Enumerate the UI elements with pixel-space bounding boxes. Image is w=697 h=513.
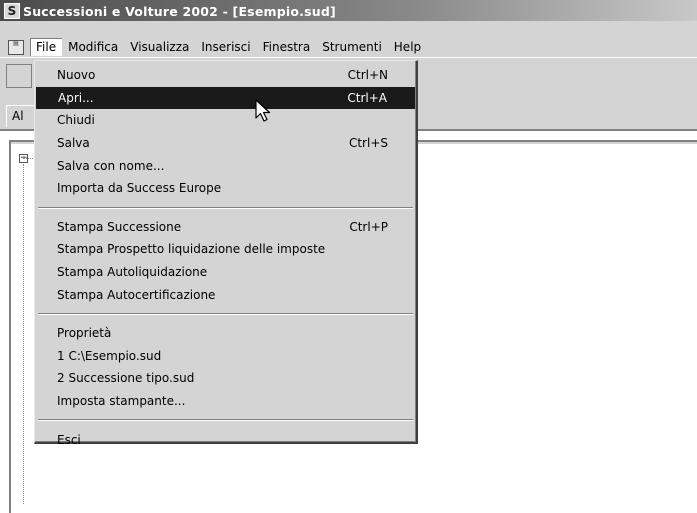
menu-item-label: Imposta stampante... <box>57 394 186 409</box>
menu-item-label: Stampa Prospetto liquidazione delle impo… <box>57 242 326 257</box>
menu-item-salva-con-nome[interactable]: Salva con nome... <box>35 154 416 177</box>
menu-item-stampa-autoliquidazione[interactable]: Stampa Autoliquidazione <box>35 261 416 284</box>
menu-separator <box>38 312 413 315</box>
menu-item-propriet[interactable]: Proprietà <box>35 322 416 345</box>
mouse-pointer-icon <box>255 99 271 122</box>
menu-item-apri[interactable]: Apri... Ctrl+A <box>36 86 415 110</box>
menu-modifica[interactable]: Modifica <box>62 38 124 56</box>
menu-item-label: Esci <box>57 432 81 447</box>
menu-visualizza[interactable]: Visualizza <box>124 38 195 56</box>
menu-item-1-c-esempio-sud[interactable]: 1 C:\Esempio.sud <box>35 345 416 368</box>
menu-item-label: Chiudi <box>57 113 95 128</box>
window-title: Successioni e Volture 2002 - [Esempio.su… <box>23 3 336 19</box>
menu-item-label: Stampa Autocertificazione <box>57 287 216 302</box>
tree-connector <box>23 158 33 160</box>
menu-item-shortcut: Ctrl+A <box>347 90 387 105</box>
menu-item-salva[interactable]: Salva Ctrl+S <box>35 132 416 155</box>
menu-file[interactable]: File <box>30 38 63 56</box>
menu-finestra[interactable]: Finestra <box>257 38 317 56</box>
menu-inserisci[interactable]: Inserisci <box>195 38 256 56</box>
tree-connector <box>23 164 25 504</box>
menu-item-stampa-successione[interactable]: Stampa Successione Ctrl+P <box>35 216 416 239</box>
menu-strumenti[interactable]: Strumenti <box>316 38 388 56</box>
menu-item-label: 1 C:\Esempio.sud <box>57 348 162 363</box>
menu-separator <box>38 206 413 209</box>
app-icon[interactable]: S <box>4 3 20 19</box>
menu-item-chiudi[interactable]: Chiudi <box>35 109 416 132</box>
menu-item-stampa-autocertificazione[interactable]: Stampa Autocertificazione <box>35 283 416 306</box>
menu-item-label: Stampa Successione <box>57 219 182 234</box>
menu-item-importa-da-success-europe[interactable]: Importa da Success Europe <box>35 177 416 200</box>
menu-item-label: Salva con nome... <box>57 158 165 173</box>
menu-item-label: Apri... <box>58 90 94 105</box>
menu-help[interactable]: Help <box>388 38 427 56</box>
menu-item-label: Salva <box>57 136 90 151</box>
menu-item-label: 2 Successione tipo.sud <box>57 371 195 386</box>
menu-bar: ▤ File Modifica Visualizza Inserisci Finestr… <box>0 21 697 57</box>
menu-item-label: Proprietà <box>57 326 112 341</box>
document-icon[interactable]: ▤ <box>8 39 24 55</box>
toolbar-button[interactable] <box>6 64 32 88</box>
file-menu-dropdown: Nuovo Ctrl+N Apri... Ctrl+A Chiudi Salva Ctrl+… <box>34 60 418 447</box>
menu-item-label: Stampa Autoliquidazione <box>57 265 208 280</box>
title-bar: S Successioni e Volture 2002 - [Esempio.… <box>0 0 697 22</box>
menu-item-nuovo[interactable]: Nuovo Ctrl+N <box>35 64 416 87</box>
menu-item-esci[interactable]: Esci <box>35 428 416 451</box>
menu-item-shortcut: Ctrl+S <box>348 136 388 151</box>
menu-item-shortcut: Ctrl+P <box>349 219 388 234</box>
menu-item-2-successione-tipo-sud[interactable]: 2 Successione tipo.sud <box>35 367 416 390</box>
menu-separator <box>38 419 413 422</box>
menu-item-label: Importa da Success Europe <box>57 181 222 196</box>
menu-item-stampa-prospetto-liquidazione-delle-imposte[interactable]: Stampa Prospetto liquidazione delle impo… <box>35 238 416 261</box>
menu-item-shortcut: Ctrl+N <box>347 68 388 83</box>
menu-item-imposta-stampante[interactable]: Imposta stampante... <box>35 390 416 413</box>
menu-item-label: Nuovo <box>57 68 96 83</box>
